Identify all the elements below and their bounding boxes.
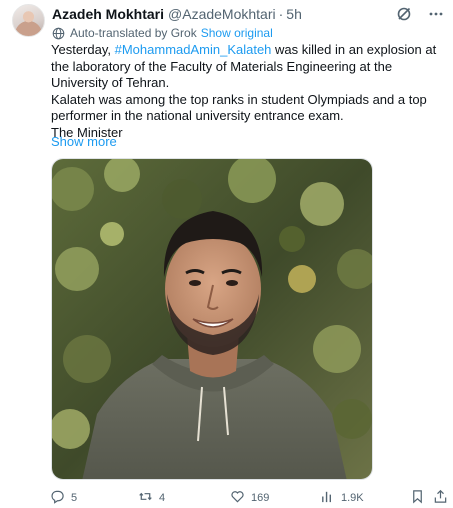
- grok-icon[interactable]: [395, 5, 413, 23]
- author-handle[interactable]: @AzadeMokhtari: [168, 6, 276, 22]
- views-count: 1.9K: [341, 492, 364, 504]
- tweet[interactable]: Azadeh Mokhtari @AzadeMokhtari · 5h Auto…: [0, 0, 453, 508]
- like-icon: [230, 489, 245, 507]
- post-paragraph-2: Kalateh was among the top ranks in stude…: [51, 91, 427, 124]
- post-line1-prefix: Yesterday,: [51, 42, 115, 57]
- reply-button[interactable]: 5: [50, 488, 77, 508]
- like-count: 169: [251, 492, 270, 504]
- repost-count: 4: [159, 492, 166, 504]
- share-button[interactable]: [433, 488, 448, 508]
- like-button[interactable]: 169: [230, 488, 269, 508]
- translation-label: Auto-translated by Grok: [70, 26, 197, 40]
- bookmark-button[interactable]: [410, 488, 425, 508]
- reply-icon: [50, 489, 65, 507]
- separator-dot: ·: [278, 6, 284, 22]
- bookmark-icon: [410, 489, 425, 507]
- show-original-link[interactable]: Show original: [201, 26, 273, 40]
- repost-button[interactable]: 4: [138, 488, 165, 508]
- author-display-name[interactable]: Azadeh Mokhtari: [52, 6, 164, 22]
- post-text: Yesterday, #MohammadAmin_Kalateh was kil…: [51, 42, 443, 141]
- more-icon[interactable]: [427, 5, 445, 23]
- engagement-bar: 5 4 169 1.9K: [50, 488, 448, 508]
- post-paragraph-1: Yesterday, #MohammadAmin_Kalateh was kil…: [51, 42, 443, 92]
- tweet-header: Azadeh Mokhtari @AzadeMokhtari · 5h: [52, 5, 445, 23]
- reply-count: 5: [71, 492, 78, 504]
- globe-icon: [52, 27, 65, 40]
- avatar[interactable]: [12, 4, 45, 37]
- views-icon: [320, 489, 335, 507]
- show-more-link[interactable]: Show more: [51, 134, 117, 149]
- photo-portrait-illustration: [52, 159, 372, 479]
- post-time[interactable]: 5h: [286, 6, 302, 22]
- share-icon: [433, 489, 448, 507]
- views-button[interactable]: 1.9K: [320, 488, 364, 508]
- header-actions: [395, 5, 445, 23]
- post-photo[interactable]: [51, 158, 373, 480]
- translation-note: Auto-translated by Grok Show original: [52, 26, 273, 40]
- repost-icon: [138, 489, 153, 507]
- hashtag-link[interactable]: #MohammadAmin_Kalateh: [115, 42, 272, 57]
